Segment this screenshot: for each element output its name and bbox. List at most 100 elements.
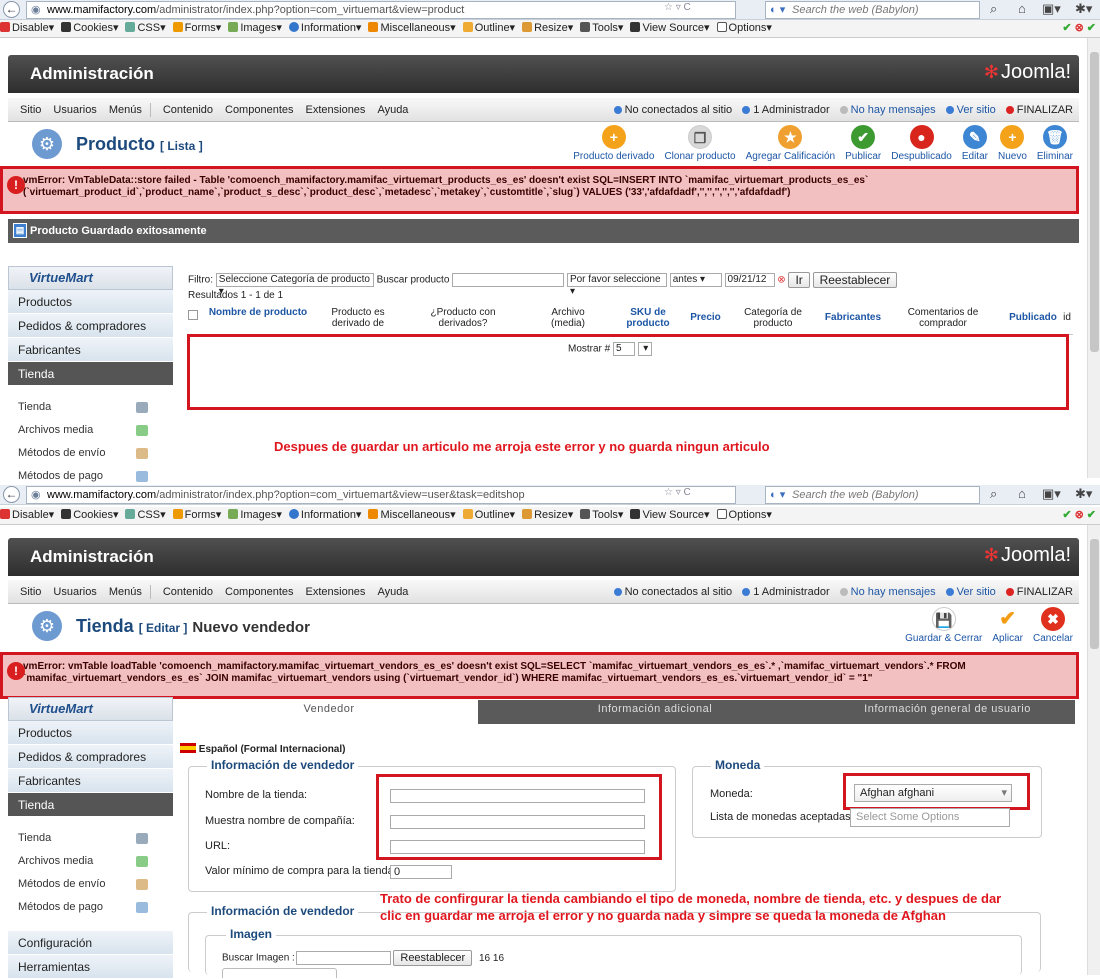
home-icon[interactable]: ⌂ [1018, 486, 1026, 501]
search-product-input[interactable] [452, 273, 565, 287]
webdev-view-source[interactable]: View Source▾ [630, 22, 710, 34]
menu-sitio[interactable]: Sitio [20, 580, 41, 604]
sidebar-sub-shipping[interactable]: Métodos de envío [8, 873, 173, 896]
product-tool-1[interactable]: ❐ Clonar producto [664, 125, 736, 162]
view-site-link[interactable]: Ver sitio [945, 104, 996, 116]
addon-icon[interactable]: ✱▾ [1075, 486, 1092, 502]
sidebar-item-fabricantes[interactable]: Fabricantes [8, 769, 173, 793]
col-comentarios[interactable]: Comentarios de comprador [898, 307, 988, 329]
menu-menus[interactable]: Menús [109, 98, 142, 122]
sidebar-item-productos[interactable]: Productos [8, 721, 173, 745]
back-arrow-icon[interactable]: ← [3, 486, 20, 503]
tab-vendedor[interactable]: Vendedor [180, 700, 478, 724]
messages-link[interactable]: No hay mensajes [839, 586, 936, 598]
webdev-disable[interactable]: Disable▾ [0, 22, 54, 34]
webdev-tools[interactable]: Tools▾ [580, 509, 623, 521]
search-icon[interactable]: ⌕ [990, 1, 997, 17]
product-tool-4[interactable]: ● Despublicado [891, 125, 952, 162]
messages-link[interactable]: No hay mensajes [839, 104, 936, 116]
webdev-tools[interactable]: Tools▾ [580, 22, 623, 34]
category-select[interactable]: Seleccione Categoría de producto ▾ [215, 273, 374, 297]
search-box-2[interactable]: Search the web (Babylon) [765, 486, 980, 504]
menu-componentes[interactable]: Componentes [225, 98, 294, 122]
menu-ayuda[interactable]: Ayuda [377, 580, 408, 604]
menu-contenido[interactable]: Contenido [163, 580, 213, 604]
menu-extensiones[interactable]: Extensiones [306, 580, 366, 604]
view-site-link[interactable]: Ver sitio [945, 586, 996, 598]
bookmark-star-icon[interactable]: ☆ ▿ C [664, 2, 691, 13]
col-sku[interactable]: SKU de producto [618, 307, 678, 329]
webdev-resize[interactable]: Resize▾ [522, 22, 573, 34]
date-input[interactable]: 09/21/12 [724, 273, 775, 287]
menu-contenido[interactable]: Contenido [163, 98, 213, 122]
col-categoria[interactable]: Categoría de producto [738, 307, 808, 329]
webdev-options[interactable]: Options▾ [716, 22, 772, 34]
menu-usuarios[interactable]: Usuarios [53, 98, 96, 122]
product-tool-7[interactable]: 🗑 Eliminar [1037, 125, 1073, 162]
product-tool-0[interactable]: + Producto derivado [573, 125, 654, 162]
webdev-options[interactable]: Options▾ [716, 509, 772, 521]
webdev-images[interactable]: Images▾ [228, 22, 282, 34]
menu-usuarios[interactable]: Usuarios [53, 580, 96, 604]
sidebar-item-pedidos[interactable]: Pedidos & compradores [8, 745, 173, 769]
menu-extensiones[interactable]: Extensiones [306, 98, 366, 122]
sidebar-item-tienda[interactable]: Tienda [8, 793, 173, 817]
sidebar-sub-media[interactable]: Archivos media [8, 419, 173, 442]
scrollbar[interactable] [1087, 38, 1100, 478]
webdev-disable[interactable]: Disable▾ [0, 509, 54, 521]
menu-sitio[interactable]: Sitio [20, 98, 41, 122]
date-condition-select[interactable]: Por favor seleccione ▾ [566, 273, 667, 297]
product-tool-2[interactable]: ★ Agregar Calificación [746, 125, 835, 162]
scrollbar-2[interactable] [1087, 525, 1100, 975]
search-icon[interactable]: ⌕ [990, 486, 997, 502]
col-fabricantes[interactable]: Fabricantes [818, 312, 888, 323]
sidebar-sub-tienda[interactable]: Tienda [8, 827, 173, 850]
image-search-input[interactable] [295, 951, 391, 965]
menu-ayuda[interactable]: Ayuda [377, 98, 408, 122]
sidebar-sub-shipping[interactable]: Métodos de envío [8, 442, 173, 465]
logout-link[interactable]: FINALIZAR [1005, 104, 1073, 116]
search-box[interactable]: Search the web (Babylon) [765, 1, 980, 19]
sidebar-sub-tienda[interactable]: Tienda [8, 396, 173, 419]
webdev-outline[interactable]: Outline▾ [462, 509, 515, 521]
bookmark-star-icon[interactable]: ☆ ▿ C [664, 487, 691, 498]
webdev-misc[interactable]: Miscellaneous▾ [368, 509, 456, 521]
menu-icon[interactable]: ▣▾ [1042, 486, 1061, 502]
address-bar[interactable]: www.mamifactory.com/administrator/index.… [26, 1, 736, 19]
sidebar-item-pedidos[interactable]: Pedidos & compradores [8, 314, 173, 338]
webdev-images[interactable]: Images▾ [228, 509, 282, 521]
reset-button[interactable]: Reestablecer [812, 272, 898, 288]
product-tool-3[interactable]: ✔ Publicar [845, 125, 881, 162]
menu-componentes[interactable]: Componentes [225, 580, 294, 604]
webdev-information[interactable]: Information▾ [288, 22, 361, 34]
sidebar-item-herramientas[interactable]: Herramientas [8, 955, 173, 979]
accepted-currencies-input[interactable]: Select Some Options [850, 808, 1010, 827]
sidebar-item-productos[interactable]: Productos [8, 290, 173, 314]
product-tool-6[interactable]: + Nuevo [998, 125, 1027, 162]
webdev-resize[interactable]: Resize▾ [522, 509, 573, 521]
webdev-forms[interactable]: Forms▾ [172, 22, 221, 34]
col-id[interactable]: id [1060, 312, 1074, 323]
webdev-forms[interactable]: Forms▾ [172, 509, 221, 521]
tab-info-adicional[interactable]: Información adicional [510, 700, 800, 724]
col-publicado[interactable]: Publicado [1003, 312, 1063, 323]
store-tool-2[interactable]: ✖ Cancelar [1033, 607, 1073, 644]
webdev-misc[interactable]: Miscellaneous▾ [368, 22, 456, 34]
sidebar-item-configuracion[interactable]: Configuración [8, 931, 173, 955]
menu-icon[interactable]: ▣▾ [1042, 1, 1061, 17]
col-nombre[interactable]: Nombre de producto [208, 307, 308, 318]
webdev-cookies[interactable]: Cookies▾ [61, 509, 118, 521]
addon-icon[interactable]: ✱▾ [1075, 1, 1092, 17]
col-archivo[interactable]: Archivo (media) [538, 307, 598, 329]
sidebar-sub-media[interactable]: Archivos media [8, 850, 173, 873]
store-tool-0[interactable]: 💾 Guardar & Cerrar [905, 607, 982, 644]
webdev-cookies[interactable]: Cookies▾ [61, 22, 118, 34]
clear-date-icon[interactable]: ⊗ [777, 275, 785, 286]
store-tool-1[interactable]: ✔ Aplicar [992, 607, 1023, 644]
webdev-information[interactable]: Information▾ [288, 509, 361, 521]
sidebar-sub-payment[interactable]: Métodos de pago [8, 896, 173, 919]
address-bar-2[interactable]: www.mamifactory.com/administrator/index.… [26, 486, 736, 504]
logout-link[interactable]: FINALIZAR [1005, 586, 1073, 598]
go-button[interactable]: Ir [788, 272, 810, 288]
tab-info-usuario[interactable]: Información general de usuario [820, 700, 1075, 724]
